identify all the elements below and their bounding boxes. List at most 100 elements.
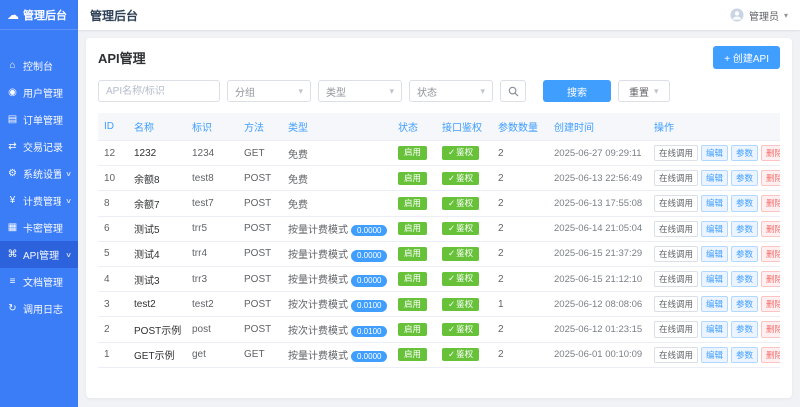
cell-auth: ✓鉴权 [436, 342, 492, 368]
cell-code: 1234 [186, 140, 238, 167]
invoke-button[interactable]: 在线调用 [654, 220, 699, 237]
cell-name: 1232 [128, 140, 186, 167]
group-select-label: 分组 [235, 87, 255, 99]
sidebar-item-users[interactable]: ◉ 用户管理 ∨ [0, 79, 78, 106]
delete-button[interactable]: 删除 [761, 296, 780, 313]
params-button[interactable]: 参数 [731, 245, 759, 262]
table-row: 4 测试3 trr3 POST 按量计费模式 0.0000 启用 ✓鉴权 2 20… [98, 266, 780, 293]
gear-icon: ⚙ [8, 168, 17, 179]
edit-button[interactable]: 编辑 [701, 145, 729, 162]
invoke-button[interactable]: 在线调用 [654, 296, 699, 313]
sidebar-item-label: 控制台 [23, 62, 53, 73]
invoke-button[interactable]: 在线调用 [654, 145, 699, 162]
sidebar-item-api[interactable]: ⌘ API管理 ∨ [0, 241, 78, 268]
cell-code: post [186, 316, 238, 343]
sidebar-item-transactions[interactable]: ⇄ 交易记录 ∨ [0, 133, 78, 160]
cell-type: 按量计费模式 0.0000 [282, 342, 392, 368]
column-header-7: 参数数量 [492, 113, 548, 141]
sidebar-item-cards[interactable]: ▦ 卡密管理 ∨ [0, 214, 78, 241]
cell-created: 2025-06-12 01:23:15 [548, 316, 648, 343]
delete-button[interactable]: 删除 [761, 145, 780, 162]
sidebar-item-billing[interactable]: ¥ 计费管理 ∨ [0, 187, 78, 214]
cell-created: 2025-06-13 22:56:49 [548, 165, 648, 192]
params-button[interactable]: 参数 [731, 170, 759, 187]
params-button[interactable]: 参数 [731, 145, 759, 162]
delete-button[interactable]: 删除 [761, 170, 780, 187]
edit-button[interactable]: 编辑 [701, 296, 729, 313]
edit-button[interactable]: 编辑 [701, 220, 729, 237]
auth-badge: ✓鉴权 [442, 171, 480, 185]
cell-params: 2 [492, 342, 548, 368]
auth-badge: ✓鉴权 [442, 272, 480, 286]
cell-code: trr4 [186, 241, 238, 267]
sidebar-item-label: 订单管理 [23, 116, 63, 127]
sidebar-item-orders[interactable]: ▤ 订单管理 ∨ [0, 106, 78, 133]
auth-badge: ✓鉴权 [442, 247, 480, 261]
cell-created: 2025-06-01 00:10:09 [548, 342, 648, 368]
delete-button[interactable]: 删除 [761, 195, 780, 212]
status-badge: 启用 [398, 272, 428, 286]
cell-type: 按量计费模式 0.0000 [282, 266, 392, 293]
edit-button[interactable]: 编辑 [701, 245, 729, 262]
params-button[interactable]: 参数 [731, 346, 759, 363]
params-button[interactable]: 参数 [731, 270, 759, 288]
invoke-button[interactable]: 在线调用 [654, 321, 699, 338]
column-header-3: 方法 [238, 113, 282, 141]
page-content: API管理 + 创建API 分组 类型 状态 [78, 30, 800, 407]
table-row: 12 1232 1234 GET 免费 启用 ✓鉴权 2 2025-06-27 … [98, 140, 780, 167]
cell-id: 6 [98, 216, 128, 242]
column-header-2: 标识 [186, 113, 238, 141]
sidebar-item-settings[interactable]: ⚙ 系统设置 ∨ [0, 160, 78, 187]
reset-dropdown-button[interactable]: 重置 [618, 80, 670, 102]
group-select[interactable]: 分组 [227, 80, 311, 102]
invoke-button[interactable]: 在线调用 [654, 270, 699, 288]
params-button[interactable]: 参数 [731, 195, 759, 212]
table-row: 5 测试4 trr4 POST 按量计费模式 0.0000 启用 ✓鉴权 2 20… [98, 241, 780, 267]
edit-button[interactable]: 编辑 [701, 270, 729, 288]
card-icon: ▦ [7, 222, 18, 233]
params-button[interactable]: 参数 [731, 321, 759, 338]
invoke-button[interactable]: 在线调用 [654, 195, 699, 212]
cell-method: POST [238, 266, 282, 293]
sidebar-item-logs[interactable]: ↻ 调用日志 ∨ [0, 295, 78, 322]
cell-status: 启用 [392, 316, 436, 343]
search-icon [508, 86, 518, 96]
edit-button[interactable]: 编辑 [701, 195, 729, 212]
cell-method: POST [238, 165, 282, 192]
type-select[interactable]: 类型 [318, 80, 402, 102]
edit-button[interactable]: 编辑 [701, 346, 729, 363]
sidebar-item-docs[interactable]: ≡ 文档管理 ∨ [0, 268, 78, 295]
table-row: 8 余额7 test7 POST 免费 启用 ✓鉴权 2 2025-06-13 … [98, 190, 780, 217]
user-name: 管理员 [748, 11, 779, 23]
brand-logo-text: 管理后台 [23, 9, 67, 22]
invoke-button[interactable]: 在线调用 [654, 170, 699, 187]
status-select[interactable]: 状态 [409, 80, 493, 102]
cell-method: POST [238, 316, 282, 343]
search-button[interactable]: 搜索 [543, 80, 611, 102]
cell-params: 2 [492, 216, 548, 242]
create-api-button[interactable]: + 创建API [713, 46, 780, 69]
keyword-input[interactable] [98, 80, 220, 102]
filter-bar: 分组 类型 状态 搜索 [86, 75, 792, 113]
sidebar-item-dashboard[interactable]: ⌂ 控制台 ∨ [0, 52, 78, 79]
delete-button[interactable]: 删除 [761, 321, 780, 338]
delete-button[interactable]: 删除 [761, 245, 780, 262]
user-menu[interactable]: 管理员 ▾ [730, 8, 788, 23]
delete-button[interactable]: 删除 [761, 270, 780, 288]
delete-button[interactable]: 删除 [761, 346, 780, 363]
params-button[interactable]: 参数 [731, 220, 759, 237]
auth-badge: ✓鉴权 [442, 297, 480, 311]
edit-button[interactable]: 编辑 [701, 170, 729, 187]
cell-status: 启用 [392, 140, 436, 167]
cell-code: test2 [186, 291, 238, 318]
auth-badge: ✓鉴权 [442, 146, 480, 160]
cell-id: 10 [98, 165, 128, 192]
quick-search-button[interactable] [500, 80, 526, 102]
column-header-9: 操作 [648, 113, 780, 141]
edit-button[interactable]: 编辑 [701, 321, 729, 338]
invoke-button[interactable]: 在线调用 [654, 245, 699, 262]
table-row: 10 余额8 test8 POST 免费 启用 ✓鉴权 2 2025-06-13… [98, 165, 780, 192]
params-button[interactable]: 参数 [731, 296, 759, 313]
invoke-button[interactable]: 在线调用 [654, 346, 699, 363]
delete-button[interactable]: 删除 [761, 220, 780, 237]
